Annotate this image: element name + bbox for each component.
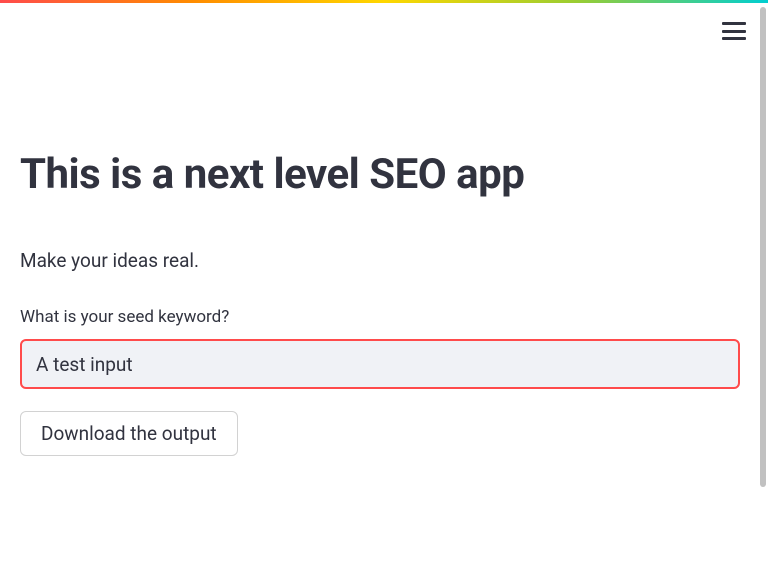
scrollbar-track xyxy=(758,3,768,581)
seed-keyword-input[interactable] xyxy=(20,339,740,389)
main-content: This is a next level SEO app Make your i… xyxy=(0,0,740,476)
hamburger-menu-icon[interactable] xyxy=(722,22,746,40)
page-title: This is a next level SEO app xyxy=(20,150,720,199)
download-button[interactable]: Download the output xyxy=(20,411,238,456)
seed-keyword-label: What is your seed keyword? xyxy=(20,307,720,327)
top-gradient-bar xyxy=(0,0,768,3)
subtitle: Make your ideas real. xyxy=(20,249,720,272)
scrollbar-thumb[interactable] xyxy=(760,7,766,487)
